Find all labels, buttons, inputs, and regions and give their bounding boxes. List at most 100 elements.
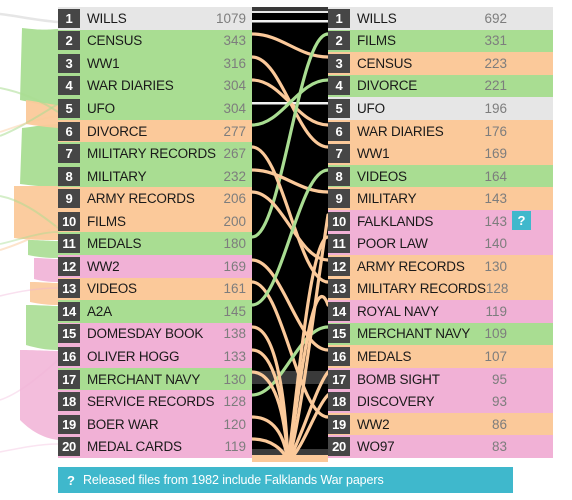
row-value: 169 xyxy=(223,258,246,274)
table-row[interactable]: 16 MEDALS 107 xyxy=(328,345,553,368)
table-row[interactable]: 13 MILITARY RECORDS 128 xyxy=(328,277,553,301)
row-label: WILLS xyxy=(357,10,397,26)
row-value: 304 xyxy=(223,78,246,94)
row-label: WW1 xyxy=(357,146,390,162)
table-row[interactable]: 11 MEDALS 180 xyxy=(58,232,252,256)
rank-number: 10 xyxy=(328,211,350,231)
table-row[interactable]: 5 UFO 304 xyxy=(58,97,252,120)
table-row[interactable]: 15 DOMESDAY BOOK 138 xyxy=(58,322,252,346)
row-value: 107 xyxy=(484,348,507,364)
row-value: 232 xyxy=(223,168,246,184)
table-row[interactable]: 7 MILITARY RECORDS 267 xyxy=(58,142,252,165)
rank-number: 3 xyxy=(328,53,350,73)
table-row[interactable]: 17 BOMB SIGHT 95 xyxy=(328,367,553,391)
row-value: 138 xyxy=(223,326,246,342)
right-ranking-list: 1 WILLS 692 2 FILMS 331 3 CENSUS 223 4 DIVORCE 2… xyxy=(328,7,553,458)
table-row[interactable]: 6 DIVORCE 277 xyxy=(58,119,252,143)
row-label: VIDEOS xyxy=(357,168,407,184)
row-label: MEDALS xyxy=(357,348,412,364)
table-row[interactable]: 6 WAR DIARIES 176 xyxy=(328,119,553,143)
table-row[interactable]: 9 MILITARY 143 xyxy=(328,187,553,210)
row-label: MILITARY RECORDS xyxy=(357,281,486,297)
rank-number: 15 xyxy=(58,324,80,344)
table-row[interactable]: 4 WAR DIARIES 304 xyxy=(58,74,252,98)
rank-number: 7 xyxy=(328,144,350,164)
table-row[interactable]: 2 FILMS 331 xyxy=(328,29,553,53)
row-label: OLIVER HOGG xyxy=(87,348,180,364)
row-value: 692 xyxy=(484,10,507,26)
row-label: UFO xyxy=(87,100,115,116)
rank-number: 13 xyxy=(58,279,80,299)
rank-number: 3 xyxy=(58,53,80,73)
table-row[interactable]: 5 UFO 196 xyxy=(328,97,553,120)
row-label: FILMS xyxy=(87,213,126,229)
rank-number: 11 xyxy=(328,234,350,254)
row-label: POOR LAW xyxy=(357,236,428,252)
row-label: DOMESDAY BOOK xyxy=(87,326,204,342)
table-row[interactable]: 2 CENSUS 343 xyxy=(58,29,252,53)
table-row[interactable]: 8 VIDEOS 164 xyxy=(328,164,553,188)
row-label: BOMB SIGHT xyxy=(357,371,440,387)
table-row[interactable]: 15 MERCHANT NAVY 109 xyxy=(328,322,553,346)
table-row[interactable]: 1 WILLS 1079 xyxy=(58,7,252,30)
table-row[interactable]: 17 MERCHANT NAVY 130 xyxy=(58,367,252,391)
table-row[interactable]: 4 DIVORCE 221 xyxy=(328,74,553,98)
row-label: VIDEOS xyxy=(87,281,137,297)
rank-number: 1 xyxy=(328,8,350,28)
rank-number: 12 xyxy=(58,256,80,276)
rank-number: 4 xyxy=(328,76,350,96)
rank-number: 1 xyxy=(58,8,80,28)
rank-number: 13 xyxy=(328,279,350,299)
table-row[interactable]: 11 POOR LAW 140 xyxy=(328,232,553,256)
rank-number: 10 xyxy=(58,211,80,231)
table-row[interactable]: 3 WW1 316 xyxy=(58,52,252,75)
bump-chart-panel xyxy=(252,7,328,462)
table-row[interactable]: 19 BOER WAR 120 xyxy=(58,412,252,436)
rank-number: 15 xyxy=(328,324,350,344)
row-value: 221 xyxy=(484,78,507,94)
table-row[interactable]: 18 SERVICE RECORDS 128 xyxy=(58,390,252,413)
table-row[interactable]: 20 MEDAL CARDS 119 xyxy=(58,435,252,458)
row-value: 119 xyxy=(224,439,246,455)
rank-number: 6 xyxy=(58,121,80,141)
row-label: FALKLANDS xyxy=(357,213,434,229)
table-row[interactable]: 1 WILLS 692 xyxy=(328,7,553,30)
row-value: 316 xyxy=(223,55,246,71)
rank-number: 19 xyxy=(58,414,80,434)
row-label: WW2 xyxy=(357,416,390,432)
table-row[interactable]: 12 WW2 169 xyxy=(58,255,252,278)
table-row[interactable]: 19 WW2 86 xyxy=(328,412,553,436)
row-label: CENSUS xyxy=(357,55,413,71)
chart-canvas: 1 WILLS 1079 2 CENSUS 343 3 WW1 316 4 WAR DIARI… xyxy=(0,0,572,500)
table-row[interactable]: 7 WW1 169 xyxy=(328,142,553,165)
row-label: A2A xyxy=(87,303,112,319)
row-value: 133 xyxy=(223,348,246,364)
table-row[interactable]: 8 MILITARY 232 xyxy=(58,164,252,188)
row-value: 304 xyxy=(223,100,246,116)
row-label: UFO xyxy=(357,100,385,116)
table-row[interactable]: 3 CENSUS 223 xyxy=(328,52,553,75)
row-label: WILLS xyxy=(87,10,127,26)
table-row[interactable]: 18 DISCOVERY 93 xyxy=(328,390,553,413)
rank-number: 2 xyxy=(328,31,350,51)
table-row[interactable]: 16 OLIVER HOGG 133 xyxy=(58,345,252,368)
table-row[interactable]: 9 ARMY RECORDS 206 xyxy=(58,187,252,210)
row-label: WAR DIARIES xyxy=(357,123,444,139)
table-row[interactable]: 13 VIDEOS 161 xyxy=(58,277,252,301)
row-label: WW2 xyxy=(87,258,120,274)
row-value: 93 xyxy=(491,394,507,410)
table-row[interactable]: 14 ROYAL NAVY 119 xyxy=(328,300,553,323)
rank-number: 9 xyxy=(58,189,80,209)
question-badge-icon[interactable]: ? xyxy=(512,211,531,230)
rank-number: 18 xyxy=(58,392,80,412)
table-row[interactable]: 10 FILMS 200 xyxy=(58,209,252,233)
question-mark-icon: ? xyxy=(67,472,75,488)
rank-number: 12 xyxy=(328,256,350,276)
row-value: 128 xyxy=(223,394,246,410)
row-value: 109 xyxy=(484,326,507,342)
table-row[interactable]: 14 A2A 145 xyxy=(58,300,252,323)
table-row[interactable]: 20 WO97 83 xyxy=(328,435,553,458)
table-row[interactable]: 12 ARMY RECORDS 130 xyxy=(328,255,553,278)
rank-number: 7 xyxy=(58,144,80,164)
row-label: ROYAL NAVY xyxy=(357,303,439,319)
